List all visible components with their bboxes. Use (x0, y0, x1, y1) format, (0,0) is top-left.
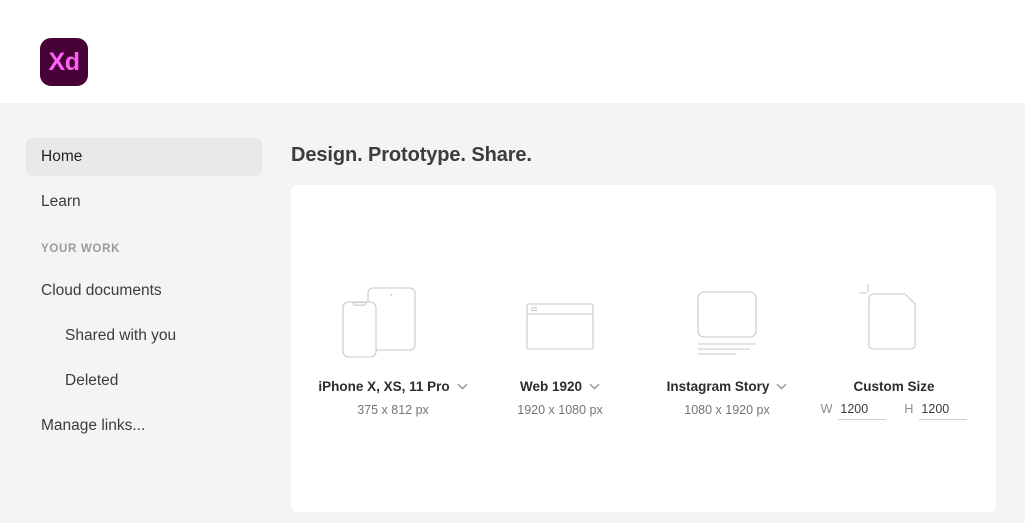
sidebar-item-learn[interactable]: Learn (26, 183, 262, 221)
preset-web[interactable]: Web 1920 1920 x 1080 px (475, 282, 645, 417)
sidebar-item-home[interactable]: Home (26, 138, 262, 176)
preset-custom-size[interactable]: Custom Size W 1200 H 1200 (809, 282, 979, 420)
sidebar-item-shared-with-you[interactable]: Shared with you (26, 317, 262, 355)
sidebar-item-label: Cloud documents (41, 282, 162, 299)
preset-name: Custom Size (853, 378, 935, 394)
sidebar-item-label: Shared with you (65, 327, 177, 344)
preset-label-row: Custom Size (809, 377, 979, 395)
chevron-down-icon[interactable] (457, 383, 468, 390)
sidebar: Home Learn YOUR WORK Cloud documents Sha… (0, 103, 291, 523)
chevron-down-icon[interactable] (589, 383, 600, 390)
preset-instagram-story[interactable]: Instagram Story 1080 x 1920 px (642, 282, 812, 417)
app-header: Xd (0, 0, 1025, 103)
artboard-icon (809, 282, 979, 362)
custom-size-fields: W 1200 H 1200 (809, 402, 979, 420)
sidebar-item-label: Manage links... (41, 417, 146, 434)
adobe-xd-logo-text: Xd (48, 47, 80, 76)
width-label: W (820, 402, 833, 416)
preset-name: Instagram Story (666, 378, 770, 394)
chevron-down-icon[interactable] (776, 383, 787, 390)
social-story-icon (642, 282, 812, 362)
preset-list: iPhone X, XS, 11 Pro 375 x 812 px Web 19… (291, 185, 996, 512)
preset-label-row: Instagram Story (642, 377, 812, 395)
sidebar-item-deleted[interactable]: Deleted (26, 362, 262, 400)
sidebar-item-label: Home (41, 148, 83, 165)
height-label: H (904, 402, 914, 416)
preset-name: Web 1920 (519, 378, 583, 394)
sidebar-item-manage-links[interactable]: Manage links... (26, 407, 262, 445)
custom-width-field[interactable]: W 1200 (821, 402, 887, 420)
sidebar-item-cloud-documents[interactable]: Cloud documents (26, 272, 262, 310)
new-document-card: iPhone X, XS, 11 Pro 375 x 812 px Web 19… (291, 185, 996, 512)
preset-dimensions: 1080 x 1920 px (684, 403, 770, 417)
preset-label-row: iPhone X, XS, 11 Pro (308, 377, 478, 395)
phone-tablet-icon (308, 282, 478, 362)
width-input[interactable]: 1200 (838, 402, 887, 420)
page-title: Design. Prototype. Share. (291, 144, 532, 166)
sidebar-item-label: Deleted (65, 372, 119, 389)
sidebar-section-your-work: YOUR WORK (41, 243, 121, 255)
main-content: Design. Prototype. Share. iPhone X, XS, (291, 103, 1025, 523)
preset-dimensions: 375 x 812 px (357, 403, 429, 417)
browser-window-icon (475, 282, 645, 362)
adobe-xd-logo-icon: Xd (40, 38, 88, 86)
preset-iphone[interactable]: iPhone X, XS, 11 Pro 375 x 812 px (308, 282, 478, 417)
preset-dimensions: 1920 x 1080 px (517, 403, 603, 417)
custom-height-field[interactable]: H 1200 (904, 402, 968, 420)
preset-name: iPhone X, XS, 11 Pro (318, 378, 450, 394)
preset-label-row: Web 1920 (475, 377, 645, 395)
height-input[interactable]: 1200 (919, 402, 968, 420)
sidebar-item-label: Learn (41, 193, 81, 210)
